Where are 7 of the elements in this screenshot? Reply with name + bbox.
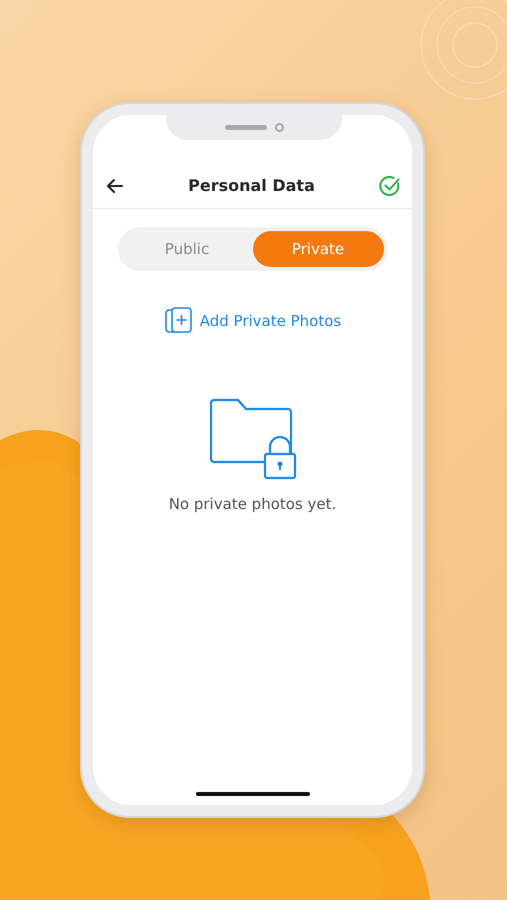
add-photos-link[interactable]: Add Private Photos	[164, 307, 342, 335]
visibility-tab[interactable]: Public	[122, 231, 252, 267]
empty-state-message: No private photos yet.	[168, 495, 336, 513]
confirm-check-icon[interactable]	[378, 174, 402, 198]
visibility-tab[interactable]: Private	[252, 231, 384, 267]
screen-title: Personal Data	[188, 176, 315, 195]
photo-add-icon	[164, 307, 194, 335]
